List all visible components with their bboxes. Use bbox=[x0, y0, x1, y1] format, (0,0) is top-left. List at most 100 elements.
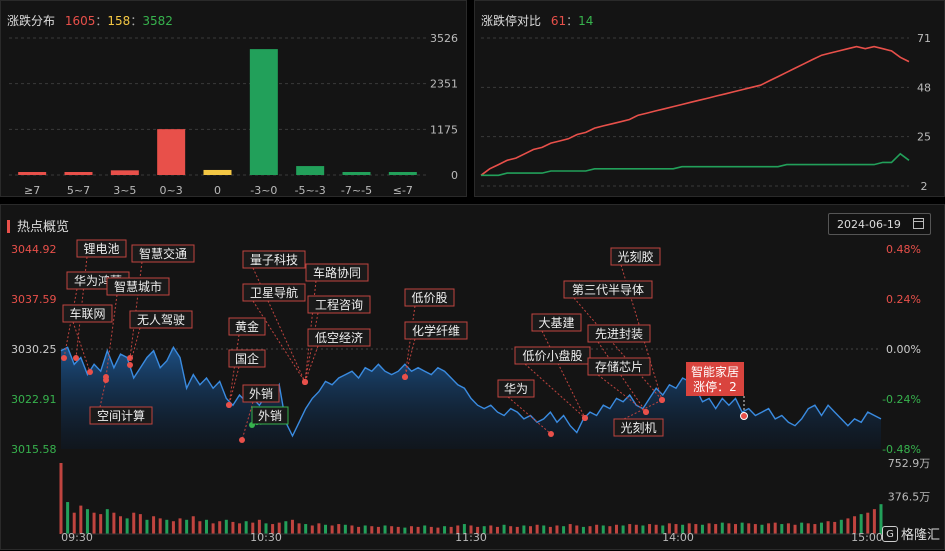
bar bbox=[296, 166, 325, 175]
left-tick-label: 3015.58 bbox=[11, 443, 57, 456]
x-tick-label: 3~5 bbox=[113, 184, 136, 197]
volume-bar bbox=[79, 505, 83, 534]
label-leader bbox=[304, 312, 319, 383]
x-tick-label: ≥7 bbox=[24, 184, 40, 197]
volume-bar bbox=[363, 525, 367, 534]
volume-bar bbox=[165, 519, 169, 534]
label-point bbox=[302, 379, 308, 385]
label-point bbox=[103, 377, 109, 383]
label-point bbox=[87, 369, 93, 375]
volume-bar bbox=[337, 524, 341, 534]
label-text: 大基建 bbox=[538, 316, 574, 330]
volume-bar bbox=[621, 525, 625, 534]
volume-bar bbox=[773, 522, 777, 534]
label-text: 黄金 bbox=[235, 319, 259, 334]
volume-bar bbox=[707, 523, 711, 534]
y-tick-label: 1175 bbox=[430, 123, 458, 136]
y-tick-label: 3526 bbox=[430, 32, 458, 45]
volume-bar bbox=[588, 526, 592, 534]
volume-bar bbox=[238, 523, 242, 534]
volume-bar bbox=[436, 527, 440, 534]
bar bbox=[388, 172, 417, 175]
volume-bar bbox=[297, 523, 301, 534]
volume-bar bbox=[780, 524, 784, 534]
volume-bar bbox=[357, 526, 361, 534]
volume-bar bbox=[396, 526, 400, 534]
volume-bar bbox=[185, 519, 189, 534]
volume-bar bbox=[489, 525, 493, 534]
x-tick-label: ≤-7 bbox=[393, 184, 413, 197]
volume-bar bbox=[535, 524, 539, 534]
label-text: 智慧城市 bbox=[114, 279, 162, 294]
volume-bar bbox=[727, 523, 731, 534]
volume-bar bbox=[634, 524, 638, 534]
label-point bbox=[582, 415, 588, 421]
right-tick-label: 0.24% bbox=[886, 293, 921, 306]
volume-bar bbox=[99, 514, 103, 534]
time-tick-label: 11:30 bbox=[455, 531, 487, 544]
brand-logo: G 格隆汇 bbox=[881, 524, 940, 543]
logo-icon: G bbox=[881, 525, 898, 542]
volume-bar bbox=[218, 521, 222, 534]
left-tick-label: 3030.25 bbox=[11, 343, 57, 356]
volume-bar bbox=[284, 521, 288, 534]
volume-bar bbox=[575, 525, 579, 534]
label-point bbox=[402, 374, 408, 380]
logo-text: 格隆汇 bbox=[900, 528, 940, 543]
right-tick-label: -0.24% bbox=[882, 393, 921, 406]
volume-bar bbox=[495, 526, 499, 534]
volume-bar bbox=[310, 525, 314, 534]
volume-bar bbox=[714, 524, 718, 534]
volume-bar bbox=[138, 514, 142, 534]
right-tick-label: 0.48% bbox=[886, 243, 921, 256]
volume-bar bbox=[522, 525, 526, 534]
volume-bar bbox=[786, 523, 790, 534]
x-tick-label: -7~-5 bbox=[341, 184, 372, 197]
right-tick-label: 0.00% bbox=[886, 343, 921, 356]
volume-bar bbox=[562, 526, 566, 534]
volume-bar bbox=[66, 502, 70, 534]
label-text: 工程咨询 bbox=[315, 297, 363, 312]
volume-bar bbox=[376, 526, 380, 534]
volume-bar bbox=[595, 524, 599, 534]
volume-bar bbox=[158, 518, 162, 534]
x-tick-label: -3~0 bbox=[250, 184, 277, 197]
label-text: 先进封装 bbox=[595, 327, 643, 341]
y-tick-label: 2351 bbox=[430, 78, 458, 91]
volume-bar bbox=[608, 526, 612, 534]
volume-bar bbox=[568, 524, 572, 534]
volume-bar bbox=[231, 521, 235, 534]
volume-bar bbox=[178, 518, 182, 534]
bar bbox=[157, 129, 186, 175]
label-point bbox=[548, 431, 554, 437]
volume-bar bbox=[529, 526, 533, 534]
label-text: 低价股 bbox=[411, 291, 447, 305]
y-tick-label: 25 bbox=[917, 131, 931, 144]
volume-bar bbox=[839, 519, 843, 534]
label-leader bbox=[252, 300, 306, 383]
volume-bar bbox=[700, 524, 704, 534]
volume-bar bbox=[826, 521, 830, 534]
volume-bar bbox=[350, 525, 354, 534]
left-tick-label: 3022.91 bbox=[11, 393, 57, 406]
y-tick-label: 2 bbox=[921, 180, 928, 193]
x-tick-label: 0 bbox=[214, 184, 221, 197]
label-text: 第三代半导体 bbox=[572, 283, 644, 297]
volume-bar bbox=[800, 522, 804, 534]
bar bbox=[110, 170, 139, 175]
label-text: 存储芯片 bbox=[595, 359, 643, 374]
volume-bar bbox=[191, 516, 195, 534]
y-tick-label: 0 bbox=[451, 169, 458, 182]
bar bbox=[203, 169, 232, 175]
volume-bar bbox=[224, 519, 228, 534]
volume-bar bbox=[753, 524, 757, 534]
distribution-panel: 涨跌分布 1605：158：3582 3526 2351 1175 0 ≥7 5~7 3~5… bbox=[0, 0, 467, 197]
volume-bar bbox=[324, 524, 328, 534]
label-text: 低价小盘股 bbox=[522, 348, 582, 363]
volume-bar bbox=[515, 526, 519, 534]
time-tick-label: 15:00 bbox=[851, 531, 883, 544]
volume-bar bbox=[449, 526, 453, 534]
volume-bar bbox=[819, 522, 823, 534]
label-point bbox=[61, 355, 67, 361]
time-tick-label: 14:00 bbox=[662, 531, 694, 544]
